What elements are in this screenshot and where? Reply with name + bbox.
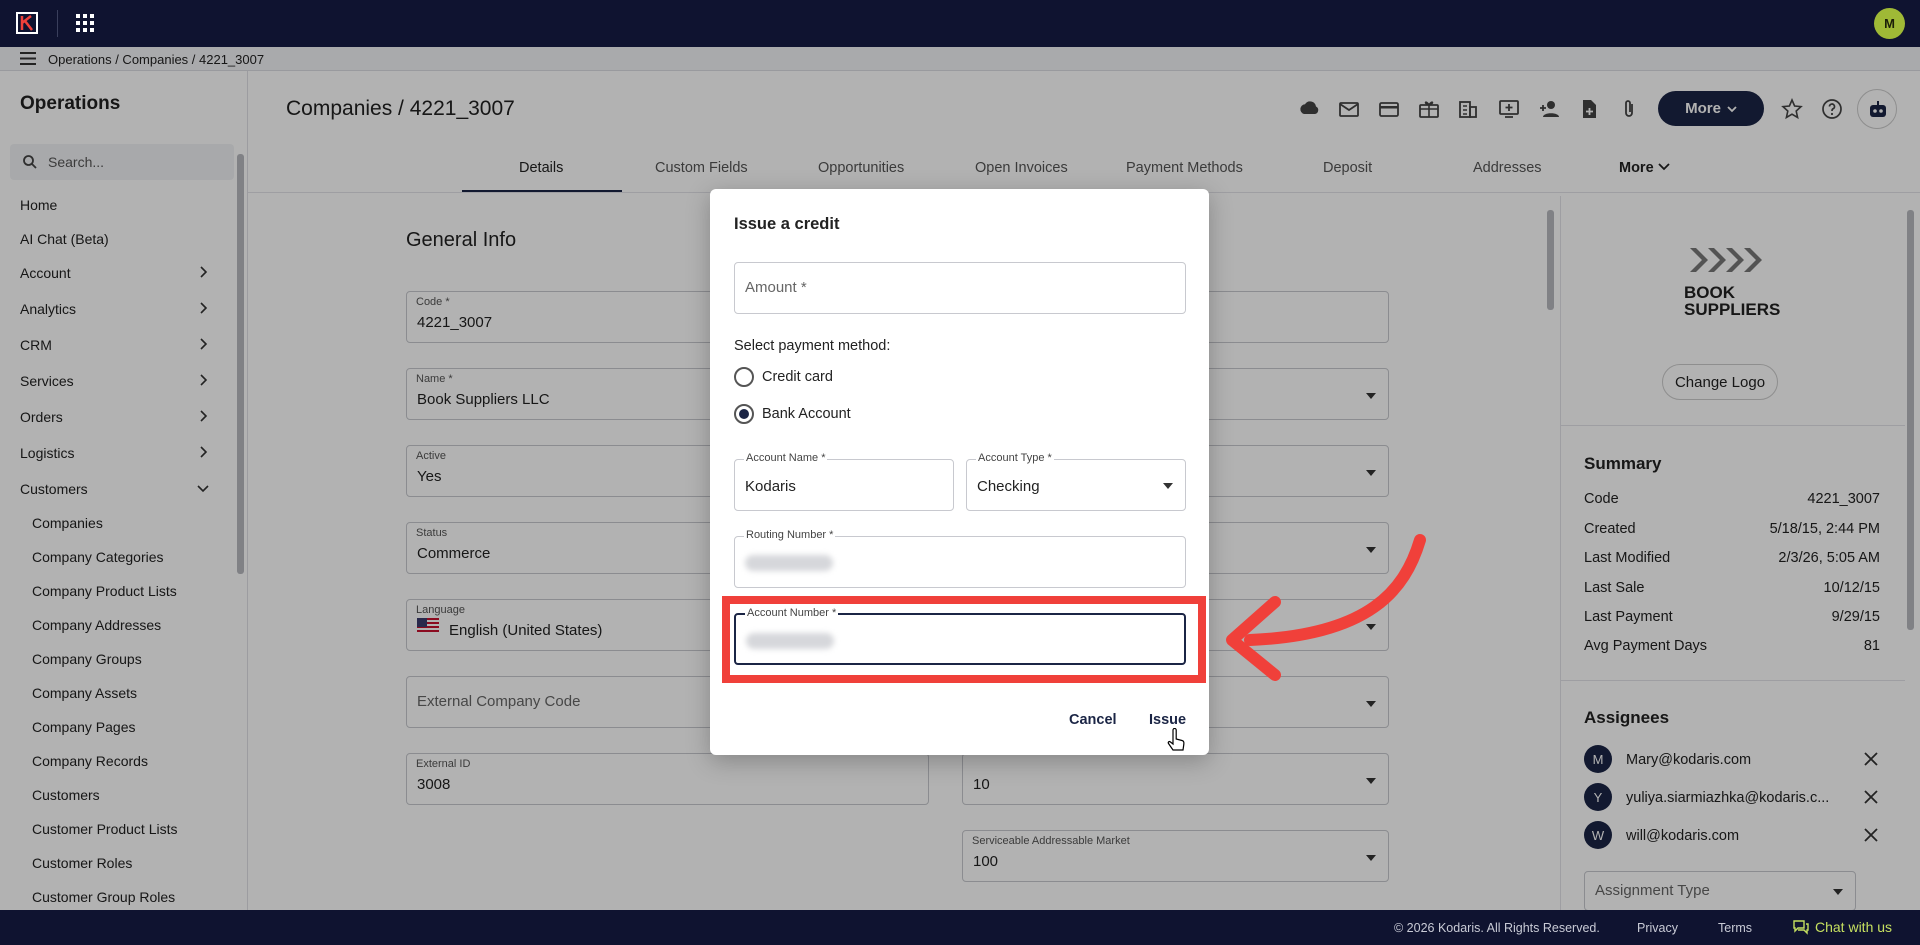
radio-button[interactable] bbox=[734, 367, 754, 387]
dropdown-caret-icon bbox=[1163, 483, 1173, 489]
privacy-link[interactable]: Privacy bbox=[1637, 921, 1678, 935]
copyright-text: © 2026 Kodaris. All Rights Reserved. bbox=[1394, 921, 1600, 935]
amount-placeholder: Amount * bbox=[745, 279, 807, 296]
hand-cursor-icon bbox=[1167, 728, 1185, 751]
annotation-arrow-icon bbox=[1226, 534, 1426, 681]
topbar-divider bbox=[57, 10, 58, 37]
radio-button-selected[interactable] bbox=[734, 404, 754, 424]
routing-number-label: Routing Number * bbox=[744, 529, 836, 541]
chat-icon bbox=[1793, 920, 1809, 935]
top-bar: M bbox=[0, 0, 1920, 47]
account-type-value: Checking bbox=[977, 478, 1040, 495]
account-name-value: Kodaris bbox=[745, 478, 796, 495]
account-name-label: Account Name * bbox=[744, 452, 828, 464]
apps-grid-icon[interactable] bbox=[76, 14, 94, 32]
issue-button[interactable]: Issue bbox=[1149, 712, 1186, 728]
radio-label: Credit card bbox=[762, 369, 833, 385]
terms-link[interactable]: Terms bbox=[1718, 921, 1752, 935]
blurred-value bbox=[745, 555, 833, 571]
user-avatar[interactable]: M bbox=[1874, 8, 1905, 39]
amount-field[interactable]: Amount * bbox=[734, 262, 1186, 314]
payment-method-label: Select payment method: bbox=[734, 338, 891, 354]
cancel-button[interactable]: Cancel bbox=[1069, 712, 1117, 728]
radio-label: Bank Account bbox=[762, 406, 851, 422]
chat-with-us-button[interactable]: Chat with us bbox=[1793, 919, 1892, 935]
account-type-label: Account Type * bbox=[976, 452, 1054, 464]
kodaris-logo-icon[interactable] bbox=[16, 12, 38, 34]
routing-number-field[interactable]: Routing Number * bbox=[734, 529, 1186, 588]
annotation-highlight-box bbox=[722, 596, 1206, 683]
account-type-select[interactable]: Account Type * Checking bbox=[966, 452, 1186, 511]
footer: © 2026 Kodaris. All Rights Reserved. Pri… bbox=[0, 910, 1920, 945]
dialog-title: Issue a credit bbox=[734, 215, 840, 233]
chat-label: Chat with us bbox=[1815, 919, 1893, 935]
account-name-field[interactable]: Account Name * Kodaris bbox=[734, 452, 954, 511]
